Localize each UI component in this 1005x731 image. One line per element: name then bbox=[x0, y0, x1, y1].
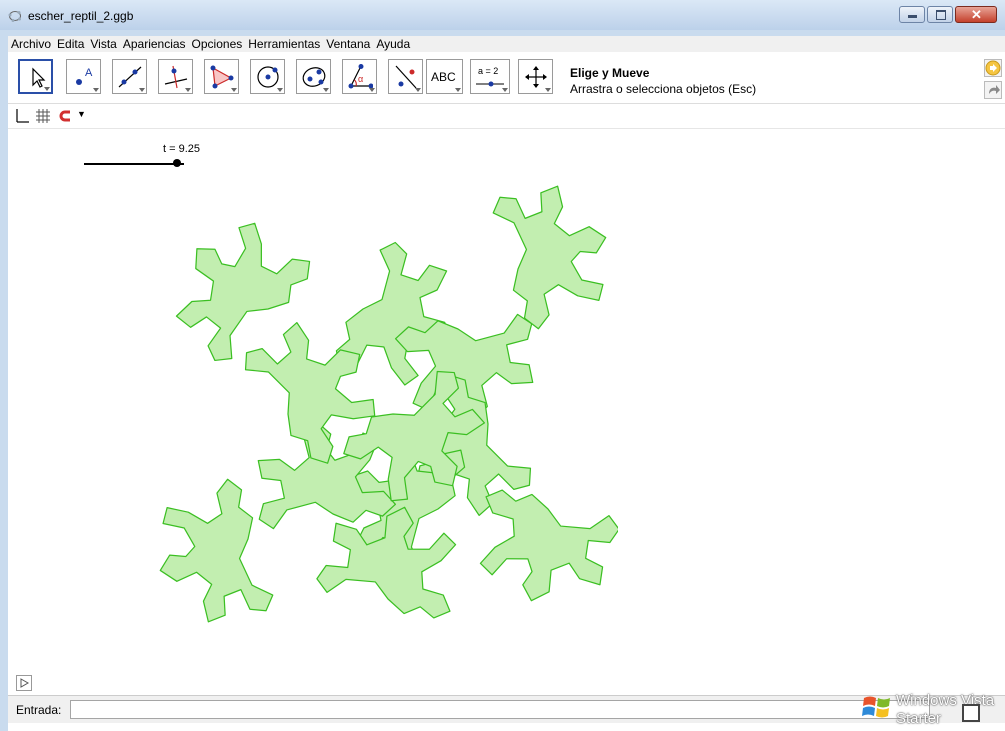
minimize-button[interactable] bbox=[899, 6, 925, 23]
redo-icon bbox=[989, 85, 1000, 94]
menu-bar: Archivo Edita Vista Apariencias Opciones… bbox=[8, 36, 1005, 52]
chevron-down-icon[interactable]: ▼ bbox=[77, 109, 86, 119]
slider-icon bbox=[476, 81, 504, 87]
toolbar: A α ABC a = 2 Elige y Mueve Arrastra o s… bbox=[8, 52, 1005, 104]
circle-tool-button[interactable] bbox=[250, 59, 285, 94]
menu-vista[interactable]: Vista bbox=[87, 37, 119, 51]
menu-archivo[interactable]: Archivo bbox=[8, 37, 54, 51]
selected-tool-help: Arrastra o selecciona objetos (Esc) bbox=[570, 82, 757, 96]
redo-button[interactable] bbox=[984, 81, 1002, 99]
svg-text:α: α bbox=[358, 74, 363, 84]
lizard-tessellation[interactable] bbox=[158, 179, 618, 649]
title-bar: escher_reptil_2.ggb ✕ bbox=[0, 0, 1005, 30]
move-tool-button[interactable] bbox=[18, 59, 53, 94]
slider-tool-label: a = 2 bbox=[478, 66, 499, 76]
restore-icon bbox=[962, 704, 980, 722]
graphics-view[interactable]: t = 9.25 bbox=[8, 129, 1005, 695]
close-icon: ✕ bbox=[971, 7, 982, 22]
undo-icon bbox=[985, 60, 1001, 76]
point-icon: A bbox=[76, 67, 93, 85]
maximize-button[interactable] bbox=[927, 6, 953, 23]
angle-icon: α bbox=[348, 64, 373, 89]
menu-ayuda[interactable]: Ayuda bbox=[373, 37, 413, 51]
play-animation-button[interactable] bbox=[16, 675, 32, 691]
input-bar: Entrada: bbox=[8, 695, 1005, 723]
point-tool-button[interactable]: A bbox=[66, 59, 101, 94]
grid-toggle-icon[interactable] bbox=[35, 108, 51, 124]
close-button[interactable]: ✕ bbox=[955, 6, 997, 23]
menu-edita[interactable]: Edita bbox=[54, 37, 87, 51]
lizard-shapes bbox=[159, 179, 618, 637]
menu-opciones[interactable]: Opciones bbox=[189, 37, 246, 51]
axes-toggle-icon[interactable] bbox=[14, 108, 30, 124]
lizard-shape-9[interactable] bbox=[469, 471, 618, 608]
slider-t-knob[interactable] bbox=[173, 159, 181, 167]
circle-icon bbox=[257, 66, 279, 88]
app-window: escher_reptil_2.ggb ✕ Archivo Edita Vist… bbox=[0, 0, 1005, 731]
app-client: A α ABC a = 2 Elige y Mueve Arrastra o s… bbox=[8, 52, 1005, 731]
line-tool-button[interactable] bbox=[112, 59, 147, 94]
reflect-tool-button[interactable] bbox=[388, 59, 423, 94]
move-graphics-tool-button[interactable] bbox=[518, 59, 553, 94]
lizard-shape-11[interactable] bbox=[307, 500, 467, 637]
style-bar: ▼ bbox=[8, 104, 1005, 129]
polygon-tool-button[interactable] bbox=[204, 59, 239, 94]
slider-t-track[interactable] bbox=[84, 163, 184, 165]
line-icon bbox=[118, 66, 142, 88]
lizard-shape-8[interactable] bbox=[455, 179, 618, 344]
menu-ventana[interactable]: Ventana bbox=[323, 37, 373, 51]
magnet-icon[interactable] bbox=[58, 108, 74, 124]
menu-apariencias[interactable]: Apariencias bbox=[120, 37, 189, 51]
watermark-line2: Starter bbox=[896, 710, 942, 727]
play-icon bbox=[20, 678, 30, 688]
angle-tool-button[interactable]: α bbox=[342, 59, 377, 94]
tool-help-panel: Elige y Mueve Arrastra o selecciona obje… bbox=[570, 66, 756, 96]
window-title: escher_reptil_2.ggb bbox=[28, 9, 134, 23]
move-arrows-icon bbox=[525, 66, 547, 88]
undo-button[interactable] bbox=[984, 59, 1002, 77]
windows-flag-icon bbox=[862, 696, 890, 718]
svg-text:A: A bbox=[85, 67, 93, 79]
selected-tool-name: Elige y Mueve bbox=[570, 66, 650, 80]
input-label: Entrada: bbox=[16, 703, 62, 717]
perpendicular-tool-button[interactable] bbox=[158, 59, 193, 94]
text-tool-label: ABC bbox=[431, 70, 456, 84]
conic-tool-button[interactable] bbox=[296, 59, 331, 94]
text-tool-button[interactable]: ABC bbox=[426, 59, 463, 94]
perpendicular-line-icon bbox=[164, 65, 188, 89]
input-field[interactable] bbox=[70, 700, 930, 719]
menu-herramientas[interactable]: Herramientas bbox=[245, 37, 323, 51]
ellipse-icon bbox=[302, 67, 326, 87]
polygon-icon bbox=[210, 65, 234, 89]
slider-tool-button[interactable]: a = 2 bbox=[470, 59, 510, 94]
slider-t-label: t = 9.25 bbox=[163, 143, 201, 155]
windows-watermark: Windows Vista Starter bbox=[862, 690, 1005, 731]
geogebra-icon bbox=[8, 11, 21, 22]
reflect-icon bbox=[395, 65, 417, 89]
